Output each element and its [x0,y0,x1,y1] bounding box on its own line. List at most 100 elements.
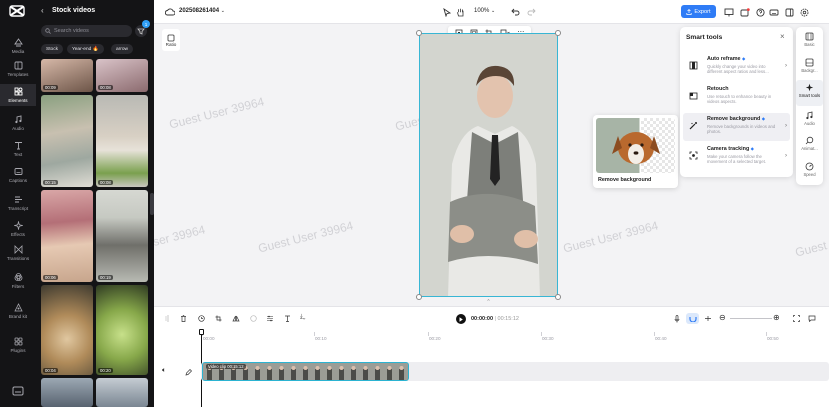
nav-item-templates[interactable]: Templates [0,58,36,80]
tool-auto-reframe[interactable]: Auto reframe ◆ Quickly change your video… [683,53,790,81]
rail-background[interactable]: Backgr... [796,55,823,81]
video-thumb-10[interactable] [96,378,148,407]
project-name[interactable]: 202508261404 ⌄ [179,8,225,14]
transitions-icon [14,245,23,256]
zoom-level[interactable]: 100% ⌄ [474,8,495,14]
adjust-icon[interactable] [266,315,274,322]
rail-basic[interactable]: Basic [796,29,823,55]
chevron-down-icon: ⌄ [491,8,496,14]
nav-item-label: Media [11,49,25,54]
split-icon[interactable] [165,315,171,322]
asset-panel: ‹ Stock videos Search videos 1 Stock Yea… [36,0,154,407]
video-thumb-7[interactable]: 00:04 [41,285,93,375]
tool-camera-tracking[interactable]: Camera tracking ◆ Make your camera follo… [683,143,790,171]
video-thumb-4[interactable]: 00:08 [96,95,148,187]
video-preview[interactable] [419,33,558,297]
tool-remove-background[interactable]: Remove background ◆ Remove backgrounds i… [683,113,790,141]
nav-item-filters[interactable]: Filters [0,270,36,292]
watermark: Guest User 39964 [793,222,829,260]
video-thumb-8[interactable]: 00:20 [96,285,148,375]
zoom-out-icon[interactable]: ⊖ [719,313,726,322]
undo-icon[interactable] [509,6,521,18]
download-icon[interactable]: ⤓⌄ [300,314,305,321]
redo-icon[interactable] [525,6,537,18]
export-icon [686,8,692,15]
chip-arrow[interactable]: arrow [111,44,133,54]
video-clip[interactable]: Video clip 00:15:12 [202,362,409,381]
tool-retouch[interactable]: Retouch Use retouch to enhance beauty in… [683,83,790,111]
nav-item-label: Captions [8,178,28,183]
chip-stock[interactable]: Stock [41,44,63,54]
chip-year-end[interactable]: Year-end 🔥 [67,44,104,54]
search-input[interactable]: Search videos [41,25,132,37]
ruler-tick [654,332,655,336]
nav-item-transcript[interactable]: Transcript [0,192,36,214]
nav-item-elements[interactable]: Elements [0,84,36,106]
video-thumb-2[interactable]: 00:08 [96,59,148,92]
ratio-button[interactable]: Ratio [162,29,180,51]
nav-item-label: Effects [11,232,25,237]
back-arrow-icon[interactable]: ‹ [41,6,44,15]
video-thumb-1[interactable]: 00:09 [41,59,93,92]
text-tool-icon[interactable] [284,315,291,322]
export-button[interactable]: Export [681,5,716,18]
nav-item-captions[interactable]: Captions [0,164,36,186]
freeze-frame-icon[interactable] [198,315,205,322]
mirror-icon[interactable] [232,315,240,322]
preview-image [596,118,675,173]
keyboard-icon[interactable] [768,6,780,18]
comment-icon[interactable] [808,315,816,322]
nav-item-plugins[interactable]: Plugins [0,334,36,356]
resize-handle[interactable] [555,294,561,300]
watermark: Guest User 39964 [167,94,266,132]
help-icon[interactable] [754,6,766,18]
microphone-icon[interactable] [674,315,680,323]
video-thumb-3[interactable]: 00:15 [41,95,93,187]
current-time: 00:00:00 [471,316,494,322]
notification-icon[interactable] [739,6,751,18]
magnet-snap-button[interactable] [686,313,699,324]
preview-label: Remove background [598,177,652,183]
nav-item-audio[interactable]: Audio [0,112,36,134]
present-icon[interactable] [723,6,735,18]
track-audio-icon[interactable]: 🔈︎ [162,367,166,375]
ruler-tick-label: 00:50 [767,336,779,341]
chevron-right-icon: › [785,63,787,69]
video-thumb-9[interactable] [41,378,93,407]
layout-panel-icon[interactable] [783,6,795,18]
keyboard-shortcuts-icon[interactable] [12,386,24,396]
playhead-knob[interactable] [199,329,204,335]
video-thumb-5[interactable]: 00:06 [41,190,93,282]
nav-item-brand-kit[interactable]: Brand kit [0,300,36,322]
video-frame-image [420,34,557,296]
delete-icon[interactable] [180,315,187,322]
select-pointer-icon[interactable] [441,6,453,18]
nav-item-media[interactable]: Media [0,35,36,57]
video-thumb-6[interactable]: 00:19 [96,190,148,282]
resize-handle[interactable] [555,30,561,36]
nav-item-effects[interactable]: Effects [0,218,36,240]
rail-smart-tools[interactable]: Smart tools [796,80,823,106]
ruler-tick [541,332,542,336]
watermark: Guest User 39964 [561,218,660,256]
nav-item-text[interactable]: Text [0,138,36,160]
rail-audio[interactable]: Audio [796,108,823,134]
zoom-slider[interactable] [730,318,772,319]
nav-item-transitions[interactable]: Transitions [0,242,36,264]
rail-animation[interactable]: Animat... [796,133,823,159]
settings-gear-icon[interactable] [798,6,810,18]
zoom-in-icon[interactable]: ⊕ [773,313,780,322]
fit-screen-icon[interactable] [793,315,800,322]
close-icon[interactable]: × [780,32,785,41]
resize-handle[interactable] [416,294,422,300]
rail-speed[interactable]: Speed [796,159,823,185]
resize-handle[interactable] [416,30,422,36]
crop-icon[interactable] [215,315,222,322]
rotate-handle[interactable]: ⌃ [485,300,492,305]
reverse-icon[interactable] [250,315,257,322]
link-icon[interactable] [704,315,712,322]
play-button[interactable] [456,314,466,324]
edit-track-icon[interactable] [185,369,192,376]
hand-tool-icon[interactable] [454,6,466,18]
capcut-logo[interactable] [9,5,25,17]
